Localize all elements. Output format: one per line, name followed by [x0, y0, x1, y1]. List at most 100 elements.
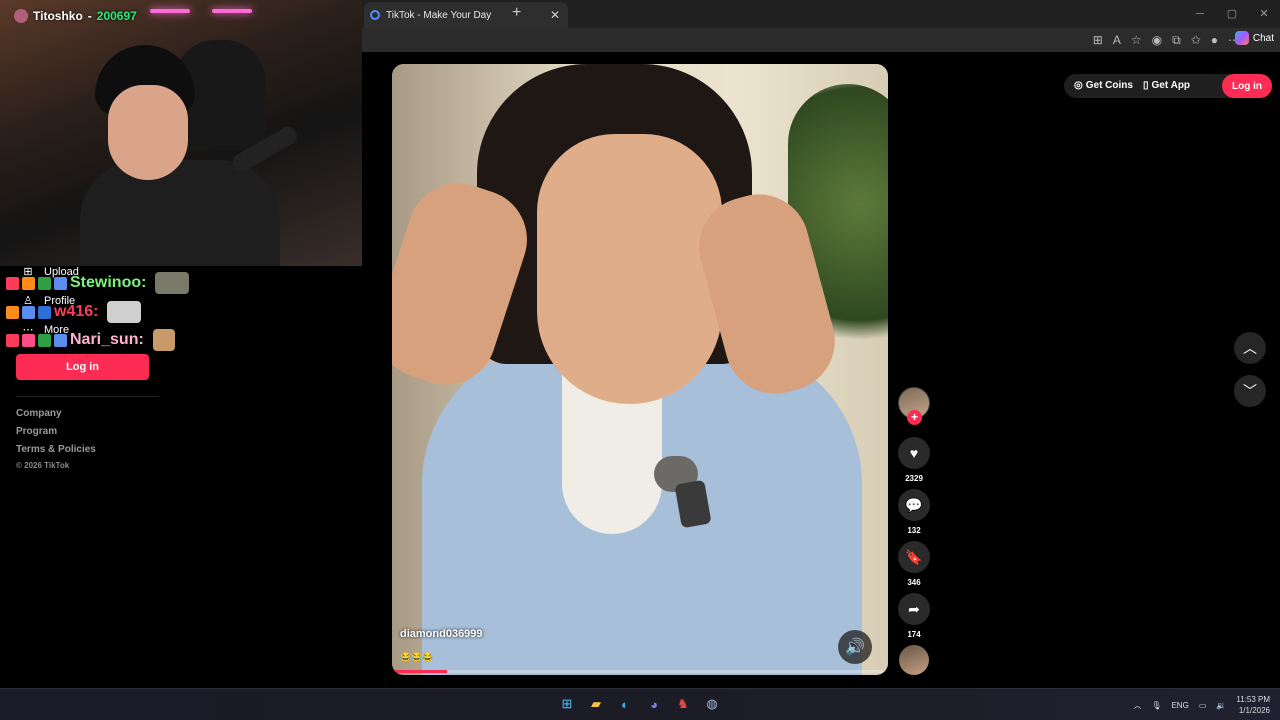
get-coins-button[interactable]: ◎ Get Coins [1074, 80, 1133, 91]
streamer-body [80, 160, 280, 266]
copilot-button[interactable]: Chat [1234, 31, 1274, 45]
apps-icon[interactable]: ⊞ [1093, 31, 1103, 49]
rank-badge-icon [38, 276, 51, 290]
steam-icon[interactable]: ◍ [701, 693, 723, 715]
volume-button[interactable]: 🔊 [838, 630, 872, 664]
like-button[interactable]: ♥ [898, 437, 930, 469]
previous-video-button[interactable]: ︿ [1234, 332, 1266, 364]
snowflake-badge-icon [54, 333, 67, 347]
phone-icon: ▯ [1143, 80, 1149, 91]
emote-image [152, 329, 175, 351]
comment-icon: 💬 [905, 496, 923, 513]
taskbar: ⊞ ▰ ◐ ◕ ♞ ◍ ︿ 🎙 ENG ▭ 🔉 11:53 PM 1/1/202… [0, 688, 1280, 720]
streamer-avatar [14, 9, 28, 23]
header-actions: ◎ Get Coins ▯ Get App Log in [1064, 74, 1272, 98]
favorites-icon[interactable]: ✩ [1191, 31, 1201, 49]
copilot-label: Chat [1252, 32, 1274, 44]
footer-link-program[interactable]: Program [16, 426, 57, 437]
save-count: 346 [907, 578, 921, 587]
neon-light [150, 9, 190, 13]
chat-message: Nari_sun: [6, 329, 175, 351]
address-field[interactable] [364, 30, 1044, 50]
sound-disc-icon[interactable] [899, 645, 929, 675]
coin-icon: ◎ [1074, 80, 1083, 91]
desktop-screen: { "browser": { "tab_title": "TikTok - Ma… [0, 0, 1280, 720]
profile-avatar-icon[interactable]: ● [1211, 31, 1218, 49]
browser-tab[interactable]: TikTok - Make Your Day ✕ [364, 2, 568, 28]
close-window-button[interactable]: ✕ [1248, 0, 1280, 28]
discord-icon[interactable]: ◕ [643, 693, 665, 715]
streamer-number: 200697 [96, 9, 137, 23]
get-app-button[interactable]: ▯ Get App [1143, 80, 1190, 91]
mod-badge-icon [6, 333, 19, 347]
next-video-button[interactable]: ﹀ [1234, 375, 1266, 407]
new-tab-button[interactable]: + [512, 4, 521, 22]
header-login-button[interactable]: Log in [1222, 74, 1272, 98]
follow-plus-icon[interactable]: + [907, 410, 922, 425]
favorite-star-icon[interactable]: ☆ [1131, 31, 1142, 49]
save-button[interactable]: 🔖 [898, 541, 930, 573]
chat-username: w416: [54, 303, 99, 320]
copyright-text: © 2026 TikTok [16, 461, 70, 470]
tab-close-icon[interactable]: ✕ [550, 8, 560, 22]
minimize-button[interactable]: ─ [1184, 0, 1216, 28]
snowflake-badge-icon [54, 276, 67, 290]
edge-browser-icon[interactable]: ◐ [614, 693, 636, 715]
share-count: 174 [907, 630, 921, 639]
chat-username: Nari_sun: [70, 331, 144, 348]
copilot-icon [1234, 31, 1249, 45]
browser-favicon-icon [370, 10, 380, 20]
og-badge-icon [6, 305, 19, 319]
mod-badge-icon [6, 276, 19, 290]
emote-image [107, 301, 142, 323]
extension-icon[interactable]: ◉ [1152, 31, 1162, 49]
rank-badge-icon [38, 333, 51, 347]
comment-button[interactable]: 💬 [898, 489, 930, 521]
sidebar-login-button[interactable]: Log in [16, 354, 149, 380]
video-progress-bar[interactable] [392, 670, 888, 673]
streamer-name: Titoshko [33, 9, 83, 23]
clock-time: 11:53 PM [1236, 695, 1270, 704]
video-player[interactable]: diamond036999 😂😂😂 🔊 [392, 64, 888, 675]
chat-message: w416: [6, 301, 142, 323]
video-caption: 😂😂😂 [400, 652, 434, 662]
speaker-icon: 🔊 [845, 639, 865, 656]
og-badge-icon [22, 276, 35, 290]
clock-date: 1/1/2026 [1238, 706, 1270, 715]
footer-link-company[interactable]: Company [16, 408, 62, 419]
browser-toolbar: ⊞ A ☆ ◉ ⧉ ✩ ● ⋯ [1093, 31, 1240, 49]
browser-address-bar: ⊞ A ☆ ◉ ⧉ ✩ ● ⋯ Chat [362, 28, 1280, 52]
emote-image [155, 272, 190, 294]
system-tray: ︿ 🎙 ENG ▭ 🔉 11:53 PM 1/1/2026 [1133, 689, 1270, 720]
windows-start-icon[interactable]: ⊞ [556, 693, 578, 715]
footer-link-terms[interactable]: Terms & Policies [16, 444, 96, 455]
sidebar-divider [16, 396, 159, 397]
webcam-overlay: Titoshko - 200697 [0, 0, 362, 266]
snowflake-badge-icon [22, 305, 35, 319]
read-aloud-icon[interactable]: A [1113, 31, 1121, 49]
share-arrow-icon: ➦ [908, 600, 920, 617]
chat-message: Stewinoo: [6, 272, 190, 294]
clock[interactable]: 11:53 PM 1/1/2026 [1236, 694, 1270, 716]
file-explorer-icon[interactable]: ▰ [585, 693, 607, 715]
puzzle-icon[interactable]: ⧉ [1172, 31, 1181, 49]
maximize-button[interactable]: ▢ [1216, 0, 1248, 28]
video-author[interactable]: diamond036999 [400, 628, 483, 640]
comment-count: 132 [907, 526, 921, 535]
video-lapel-mic [654, 456, 712, 534]
like-count: 2329 [905, 474, 923, 483]
taskbar-apps: ⊞ ▰ ◐ ◕ ♞ ◍ [556, 693, 723, 715]
heart-badge-icon [22, 333, 35, 347]
share-button[interactable]: ➦ [898, 593, 930, 625]
video-face [537, 134, 722, 404]
language-indicator[interactable]: ENG [1171, 701, 1188, 710]
app-icon[interactable]: ♞ [672, 693, 694, 715]
volume-icon[interactable]: 🔉 [1216, 701, 1226, 710]
flag-badge-icon [38, 305, 51, 319]
display-icon[interactable]: ▭ [1199, 701, 1207, 710]
chat-username: Stewinoo: [70, 274, 147, 291]
microphone-icon[interactable]: 🎙 [1151, 701, 1161, 710]
heart-icon: ♥ [909, 445, 919, 461]
video-progress-fill [392, 670, 447, 673]
tray-expand-icon[interactable]: ︿ [1133, 700, 1141, 711]
